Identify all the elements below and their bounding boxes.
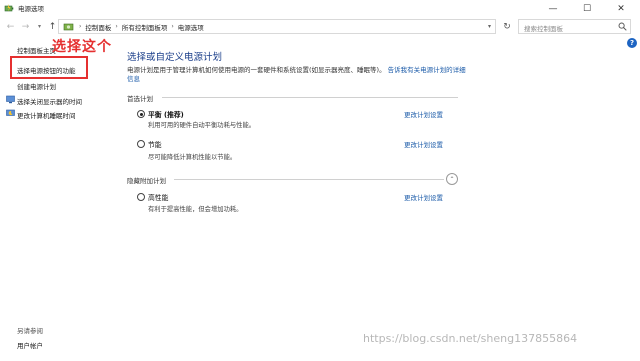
sidebar-item-sleep-time[interactable]: 更改计算机睡眠时间 <box>17 110 76 120</box>
plan-power-saver-radio[interactable] <box>137 140 145 148</box>
sleep-icon <box>6 109 15 116</box>
plan-high-performance-description: 有利于提高性能，但会增加功耗。 <box>148 206 243 213</box>
breadcrumb-separator: › <box>79 23 82 30</box>
help-icon[interactable]: ? <box>627 38 637 48</box>
breadcrumb-separator: › <box>171 23 174 30</box>
plan-high-performance-radio[interactable] <box>137 193 145 201</box>
sidebar-item-user-accounts[interactable]: 用户帐户 <box>17 340 43 350</box>
maximize-button[interactable]: ☐ <box>570 0 604 17</box>
intro-text: 电源计划是用于管理计算机如何使用电源的一套硬件和系统设置(如显示器亮度、睡眠等)… <box>127 66 467 84</box>
breadcrumb-power-options[interactable]: 电源选项 <box>178 22 204 32</box>
breadcrumb-all-items[interactable]: 所有控制面板项 <box>122 22 168 32</box>
plan-power-saver-description: 尽可能降低计算机性能以节能。 <box>148 154 237 161</box>
plan-balanced-radio[interactable] <box>137 110 145 118</box>
breadcrumb-separator: › <box>115 23 118 30</box>
forward-button[interactable]: → <box>19 19 32 34</box>
close-button[interactable]: ✕ <box>604 0 638 17</box>
annotation-highlight-box <box>10 56 88 79</box>
power-options-icon <box>4 4 14 12</box>
control-panel-icon <box>63 23 74 30</box>
page-title: 选择或自定义电源计划 <box>127 52 223 63</box>
search-placeholder: 搜索控制面板 <box>524 25 563 33</box>
breadcrumb-control-panel[interactable]: 控制面板 <box>85 22 111 32</box>
search-icon <box>618 22 627 31</box>
plan-power-saver-settings-link[interactable]: 更改计划设置 <box>404 139 443 149</box>
refresh-button[interactable]: ↻ <box>500 20 514 34</box>
plan-balanced-name[interactable]: 平衡 (推荐) <box>148 109 184 119</box>
window-title: 电源选项 <box>18 5 44 13</box>
sidebar-item-control-panel-home[interactable]: 控制面板主页 <box>17 45 56 55</box>
plan-high-performance-settings-link[interactable]: 更改计划设置 <box>404 192 443 202</box>
minimize-button[interactable]: — <box>536 0 570 17</box>
watermark-text: https://blog.csdn.net/sheng137855864 <box>363 332 578 345</box>
collapse-chevron-icon[interactable]: ⌃ <box>446 173 458 185</box>
plan-balanced-description: 利用可用的硬件自动平衡功耗与性能。 <box>148 122 256 129</box>
annotation-label: 选择这个 <box>52 39 112 55</box>
plan-balanced-settings-link[interactable]: 更改计划设置 <box>404 109 443 119</box>
title-bar: 电源选项 — ☐ ✕ <box>0 0 640 17</box>
sidebar-item-display-off-time[interactable]: 选择关闭显示器的时间 <box>17 96 82 106</box>
hidden-plans-heading: 隐藏附加计划 <box>127 177 166 185</box>
group-divider <box>162 97 458 98</box>
preferred-plans-heading: 首选计划 <box>127 95 153 103</box>
navigation-bar: ← → ▾ ↑ › 控制面板 › 所有控制面板项 › 电源选项 ▾ ↻ 搜索控制… <box>0 17 640 37</box>
see-also-heading: 另请参阅 <box>17 327 43 335</box>
display-icon <box>6 95 15 104</box>
recent-locations-button[interactable]: ▾ <box>33 19 46 34</box>
plan-power-saver-name[interactable]: 节能 <box>148 139 162 149</box>
intro-description: 电源计划是用于管理计算机如何使用电源的一套硬件和系统设置(如显示器亮度、睡眠等)… <box>127 66 386 74</box>
sidebar-item-create-plan[interactable]: 创建电源计划 <box>17 81 56 91</box>
address-dropdown-icon[interactable]: ▾ <box>488 23 491 30</box>
group-divider <box>174 179 444 180</box>
search-input[interactable]: 搜索控制面板 <box>518 19 631 34</box>
plan-high-performance-name[interactable]: 高性能 <box>148 192 168 202</box>
back-button[interactable]: ← <box>4 19 17 34</box>
address-bar[interactable]: › 控制面板 › 所有控制面板项 › 电源选项 ▾ <box>58 19 496 34</box>
